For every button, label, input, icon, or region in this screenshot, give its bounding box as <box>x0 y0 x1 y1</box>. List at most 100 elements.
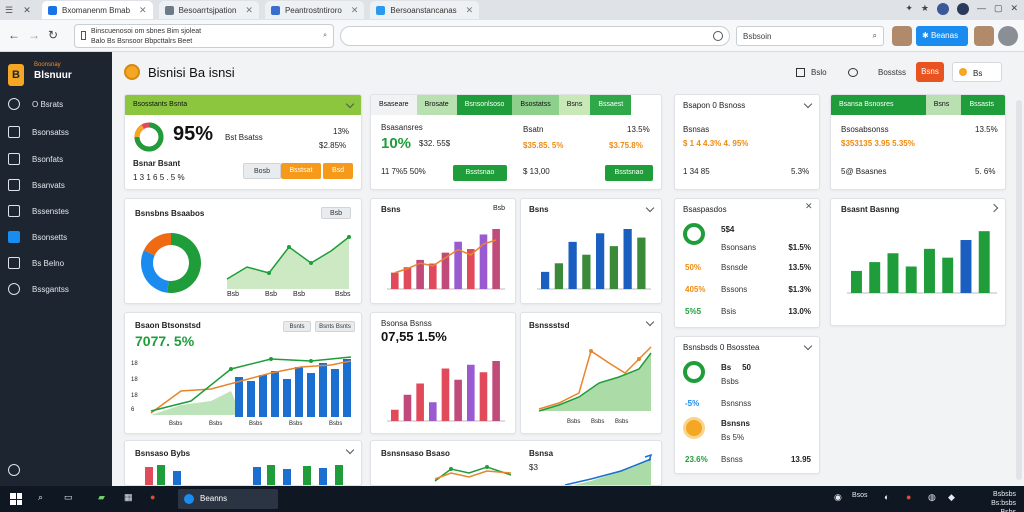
sidebar-item-home[interactable]: Bs Belno <box>0 253 112 273</box>
card-header: Bsosstants Bsnta <box>125 95 361 115</box>
close-tab-icon[interactable]: ✕ <box>466 5 474 16</box>
chevron-down-icon[interactable] <box>345 445 355 455</box>
close-icon[interactable]: ✕ <box>18 5 36 16</box>
browser-icon[interactable]: ● <box>150 492 155 502</box>
bar <box>319 468 327 485</box>
tab-favicon-icon <box>164 5 174 15</box>
window-close-icon[interactable]: ✕ <box>1010 3 1018 15</box>
browser-menu-icon[interactable]: ☰ <box>0 5 18 16</box>
folder-icon[interactable]: ▰ <box>98 492 105 503</box>
bar <box>319 363 327 417</box>
tab-4[interactable]: Bsostatss <box>512 95 559 115</box>
account-icon[interactable] <box>998 26 1018 46</box>
browser-tab-2[interactable]: Besoarrtsjpation ✕ <box>158 1 259 19</box>
scrollbar[interactable] <box>1016 100 1022 480</box>
help-icon[interactable] <box>8 464 20 476</box>
chevron-down-icon[interactable] <box>645 203 655 213</box>
tab-3[interactable]: Bsnsonlsoso <box>456 95 513 115</box>
sidebar-item-analytics[interactable]: Bsanvats <box>0 175 112 195</box>
back-icon[interactable]: ← <box>8 28 20 42</box>
extension-icon[interactable]: ★ <box>921 3 929 15</box>
comments-icon[interactable] <box>848 68 858 77</box>
settings-pill[interactable]: Bs <box>952 62 1002 82</box>
account-icon[interactable] <box>956 3 969 15</box>
expand-icon[interactable] <box>989 203 999 213</box>
sidebar: B Boonsnay Blsnuur O Bsrats Bsonsatss Bs… <box>0 52 112 486</box>
status-button[interactable]: Bsstsat <box>281 163 321 179</box>
close-tab-icon[interactable]: ✕ <box>351 5 359 16</box>
sidebar-item-security[interactable]: Bsonsatss <box>0 122 112 142</box>
avatar[interactable] <box>974 26 994 46</box>
sidebar-item-settings[interactable]: Bssgantss <box>0 279 112 299</box>
search-icon[interactable]: ⌕ <box>323 31 327 41</box>
tab-2[interactable]: Brosate <box>416 95 457 115</box>
chevron-down-icon[interactable] <box>645 317 655 327</box>
tray-icon[interactable]: ◐ <box>884 492 889 502</box>
window-controls: ✦ ★ — ▢ ✕ <box>905 3 1018 15</box>
maximize-icon[interactable]: ▢ <box>994 3 1003 15</box>
filter-pill[interactable]: Bsnts <box>283 321 311 332</box>
action-button[interactable]: Bsstsnao <box>605 165 653 181</box>
taskbar-app-browser[interactable]: Beanns <box>178 489 278 509</box>
browser-tab-4[interactable]: Bersoanstancanas ✕ <box>370 1 480 19</box>
forward-icon[interactable]: → <box>28 28 40 42</box>
search-input[interactable]: Bsbsoin ⌕ <box>736 26 884 46</box>
browser-tab-3[interactable]: Peantrostntiroro ✕ <box>264 1 365 19</box>
list-item: 5$4 <box>721 225 735 234</box>
sidebar-item-documents[interactable]: Bssenstes <box>0 201 112 221</box>
header-action-2[interactable]: Bosstss <box>878 68 906 77</box>
app-icon[interactable]: ▦ <box>124 492 133 503</box>
network-icon[interactable]: ◉ <box>834 492 842 503</box>
data-point <box>269 357 273 361</box>
pin-icon[interactable]: ✦ <box>905 3 913 15</box>
tab-1[interactable]: Bsaseare <box>371 95 417 115</box>
donut-slice <box>167 233 201 293</box>
bar <box>609 246 618 289</box>
filter-pill[interactable]: Bsb <box>321 207 351 219</box>
chevron-down-icon[interactable] <box>803 341 813 351</box>
record-icon[interactable]: ● <box>906 492 911 502</box>
export-button[interactable]: Bsd <box>323 163 353 179</box>
header-action-1[interactable]: Bslo <box>796 68 827 77</box>
omnibox-input[interactable] <box>340 26 730 46</box>
clock[interactable]: BsbsbsBs:bsbsBsbs <box>991 490 1016 512</box>
close-tab-icon[interactable]: ✕ <box>245 5 253 16</box>
header-action-button[interactable]: ✱ Beanas <box>916 26 968 46</box>
line-chart <box>434 465 512 482</box>
donut-slice <box>143 233 171 256</box>
bar <box>247 381 255 417</box>
tab-2[interactable]: Bsns <box>925 95 962 115</box>
sidebar-item-reports[interactable]: Bsonsetts <box>0 227 112 247</box>
search-icon[interactable]: ⌕ <box>38 492 43 503</box>
user-icon: ✱ <box>922 31 931 40</box>
action-button[interactable]: Bsstsnao <box>453 165 507 181</box>
app-tray-icon[interactable]: ◍ <box>928 492 936 503</box>
profile-icon[interactable] <box>936 3 949 15</box>
task-view-icon[interactable]: ▭ <box>64 492 73 503</box>
rocket-icon <box>8 153 20 165</box>
close-tab-icon[interactable]: ✕ <box>139 5 147 16</box>
filter-pill[interactable]: Bsnts Bsnts <box>315 321 355 332</box>
tab-1[interactable]: Bsansa Bsnosres <box>831 95 926 115</box>
address-bar[interactable]: Binscuenosoi om sbnes Bim sjoleat Balo B… <box>74 24 334 48</box>
chevron-down-icon[interactable] <box>803 99 813 109</box>
bar <box>173 471 181 485</box>
avatar[interactable] <box>892 26 912 46</box>
volume-icon[interactable]: ◆ <box>948 492 955 503</box>
primary-button[interactable]: Bsns <box>916 62 944 82</box>
bar <box>259 375 267 417</box>
tab-6[interactable]: Bssaest <box>590 95 632 115</box>
bar <box>303 466 311 485</box>
tab-5[interactable]: Bsns <box>558 95 591 115</box>
sidebar-item-overview[interactable]: O Bsrats <box>0 94 112 114</box>
close-icon[interactable]: ✕ <box>805 201 813 211</box>
start-icon[interactable] <box>10 493 22 505</box>
minimize-icon[interactable]: — <box>977 3 986 15</box>
tab-3[interactable]: Bssasts <box>961 95 1005 115</box>
browser-tab-1[interactable]: Bxomanenm Bmab ✕ <box>42 1 153 19</box>
list-item: 23.6% Bsnss 13.95 <box>685 455 811 464</box>
search-icon[interactable]: ⌕ <box>873 31 877 41</box>
filter-button[interactable]: Bosb <box>243 163 281 179</box>
reload-icon[interactable]: ↻ <box>48 28 58 42</box>
sidebar-item-launch[interactable]: Bsonfats <box>0 149 112 169</box>
